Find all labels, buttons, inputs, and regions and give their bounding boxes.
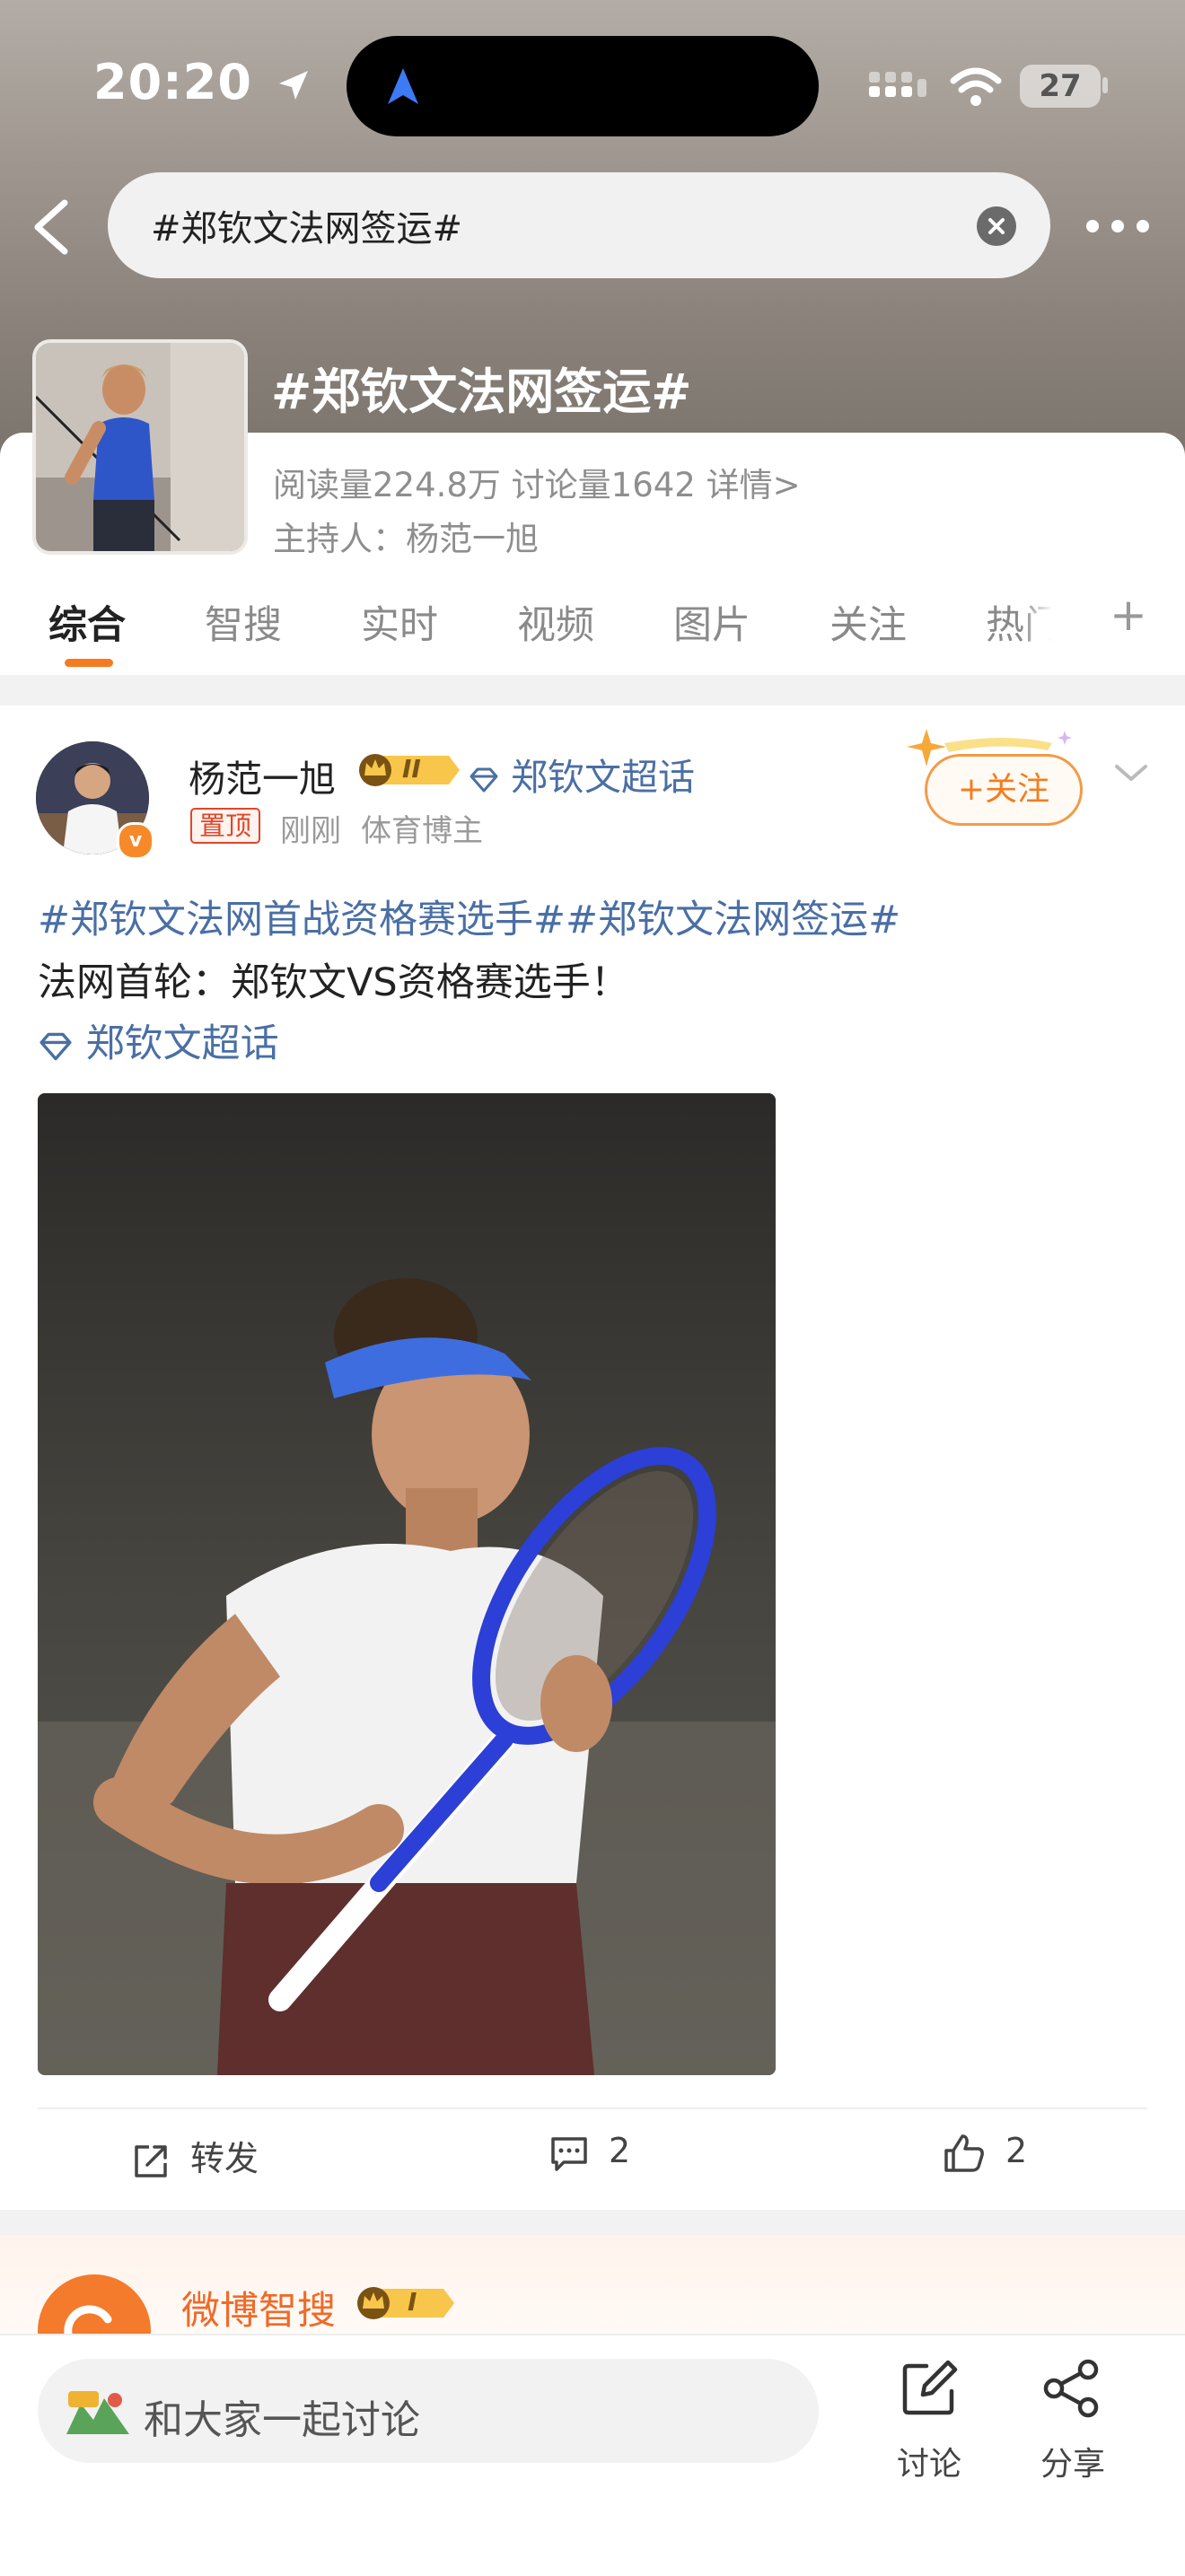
battery-indicator: 27 <box>1020 65 1101 108</box>
like-button[interactable]: 2 <box>943 2131 1027 2174</box>
post-time: 刚刚 <box>280 813 341 849</box>
share-label: 分享 <box>1040 2446 1105 2483</box>
active-tab-indicator <box>65 659 113 667</box>
next-post-card <box>0 2235 1185 2335</box>
author-name[interactable]: 杨范一旭 <box>189 749 336 802</box>
chevron-down-icon[interactable] <box>1113 759 1149 786</box>
section-divider <box>0 2210 1185 2235</box>
discuss-label: 讨论 <box>896 2446 961 2483</box>
post-text: 法网首轮：郑钦文VS资格赛选手！ <box>38 960 629 1005</box>
navigation-icon <box>388 68 418 104</box>
more-options-icon[interactable] <box>1082 208 1154 244</box>
location-arrow-icon <box>278 71 308 101</box>
follow-button[interactable]: +关注 <box>925 754 1083 826</box>
search-query[interactable]: #郑钦文法网签运# <box>151 199 462 251</box>
tab-realtime[interactable]: 实时 <box>361 594 438 650</box>
thumbs-up-icon <box>944 2134 984 2172</box>
status-time: 20:20 <box>93 54 312 110</box>
topic-tabs: 综合 智搜 实时 视频 图片 关注 热门 + <box>0 589 1185 661</box>
member-rank-badge: I <box>354 2283 456 2323</box>
member-rank-badge: II <box>356 750 461 790</box>
repost-button[interactable]: 转发 <box>131 2131 259 2181</box>
topic-sticker-icon <box>63 2386 133 2438</box>
cellular-signal-icon <box>869 72 926 97</box>
comment-input[interactable]: 和大家一起讨论 <box>38 2359 819 2463</box>
tab-hot[interactable]: 热门 <box>986 594 1052 650</box>
section-divider <box>0 675 1185 705</box>
topic-cover-image <box>32 339 248 555</box>
dynamic-island <box>347 36 819 136</box>
super-topic-link[interactable]: 郑钦文超话 <box>469 747 695 801</box>
author-role: 体育博主 <box>361 813 483 849</box>
tab-smart-search[interactable]: 智搜 <box>205 594 282 650</box>
back-arrow-icon[interactable] <box>25 196 79 258</box>
verified-badge-icon: v <box>117 822 154 860</box>
search-bar[interactable]: #郑钦文法网签运# <box>108 172 1050 278</box>
comment-icon <box>551 2136 587 2171</box>
diamond-icon <box>40 1032 72 1060</box>
post-hashtags[interactable]: #郑钦文法网首战资格赛选手##郑钦文法网签运# <box>38 889 900 944</box>
topic-title: #郑钦文法网签运# <box>271 364 692 420</box>
post-super-topic-link[interactable]: 郑钦文超话 <box>38 1012 279 1068</box>
comment-button[interactable]: 2 <box>549 2131 630 2173</box>
member-rank-level: I <box>408 2287 417 2317</box>
weibo-smart-search-name[interactable]: 微博智搜 <box>181 2280 336 2335</box>
diamond-icon <box>470 767 498 793</box>
tab-comprehensive[interactable]: 综合 <box>48 594 126 650</box>
tab-images[interactable]: 图片 <box>673 594 750 650</box>
tab-following[interactable]: 关注 <box>830 594 907 650</box>
add-tab-icon[interactable]: + <box>1110 589 1147 641</box>
wifi-icon <box>950 67 1002 106</box>
share-icon <box>1043 2359 1099 2418</box>
discuss-button[interactable]: 讨论 <box>889 2352 970 2483</box>
tab-video[interactable]: 视频 <box>517 594 594 650</box>
comment-placeholder[interactable]: 和大家一起讨论 <box>144 2388 420 2445</box>
topic-host[interactable]: 主持人：杨范一旭 <box>273 512 539 560</box>
compose-icon <box>902 2360 958 2415</box>
topic-stats[interactable]: 阅读量224.8万 讨论量1642 详情> <box>273 458 801 506</box>
pinned-tag: 置顶 <box>190 808 261 844</box>
repost-icon <box>135 2144 167 2177</box>
member-rank-level: II <box>402 754 421 784</box>
share-button[interactable]: 分享 <box>1032 2352 1113 2483</box>
actions-divider <box>38 2107 1147 2109</box>
clear-search-icon[interactable] <box>977 206 1016 246</box>
battery-cap <box>1102 77 1108 93</box>
post-image[interactable] <box>38 1093 776 2075</box>
